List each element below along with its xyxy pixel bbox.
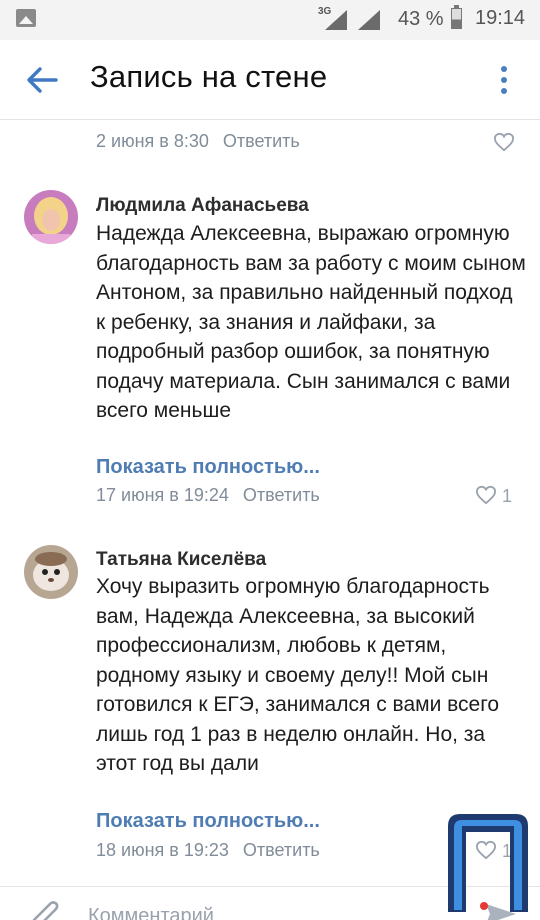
more-dot xyxy=(501,77,507,83)
avatar-photo xyxy=(24,190,78,244)
like-button[interactable] xyxy=(493,132,515,157)
app-bar: Запись на стене xyxy=(0,40,540,120)
like-button[interactable]: 1 xyxy=(475,485,512,507)
comment-date: 17 июня в 19:24 xyxy=(96,485,229,505)
comment-date: 2 июня в 8:30 xyxy=(96,131,209,151)
show-more-link[interactable]: Показать полностью... xyxy=(96,810,320,833)
clock: 19:14 xyxy=(475,7,526,29)
avatar[interactable] xyxy=(24,545,78,599)
battery-percent: 43 % xyxy=(398,8,444,30)
comment-author[interactable]: Людмила Афанасьева xyxy=(96,195,309,217)
comment-meta: 2 июня в 8:30 Ответить xyxy=(96,131,300,152)
status-bar: 3G 43 % 19:14 xyxy=(0,0,540,40)
comment-date: 18 июня в 19:23 xyxy=(96,840,229,860)
heart-icon xyxy=(493,132,515,152)
reply-button[interactable]: Ответить xyxy=(223,131,300,151)
comment-item: Людмила Афанасьева Надежда Алексеевна, в… xyxy=(0,190,540,520)
heart-icon xyxy=(475,485,497,505)
signal-icon xyxy=(325,10,347,30)
battery-icon xyxy=(451,5,462,29)
back-button[interactable] xyxy=(22,62,62,98)
like-count: 1 xyxy=(502,486,513,506)
comment-meta: 17 июня в 19:24 Ответить xyxy=(96,485,320,506)
arrow-left-icon xyxy=(27,67,58,93)
more-options-button[interactable] xyxy=(494,64,514,96)
paperclip-icon[interactable] xyxy=(30,900,62,920)
page-title: Запись на стене xyxy=(90,59,328,94)
brand-logo xyxy=(448,814,528,912)
reply-button[interactable]: Ответить xyxy=(243,840,320,860)
avatar[interactable] xyxy=(24,190,78,244)
avatar-photo xyxy=(24,545,78,599)
more-dots-icon xyxy=(501,66,507,72)
signal-icon-2 xyxy=(358,10,380,30)
show-more-link[interactable]: Показать полностью... xyxy=(96,456,320,479)
comment-input[interactable]: Комментарий xyxy=(88,905,214,920)
gallery-notification-icon xyxy=(16,9,36,27)
comment-text: Хочу выразить огромную благодарность вам… xyxy=(96,575,500,775)
comment-meta: 18 июня в 19:23 Ответить xyxy=(96,840,320,861)
more-dot xyxy=(501,88,507,94)
comment-text: Надежда Алексеевна, выражаю огромную бла… xyxy=(96,222,526,422)
reply-button[interactable]: Ответить xyxy=(243,485,320,505)
comment-author[interactable]: Татьяна Киселёва xyxy=(96,549,266,571)
